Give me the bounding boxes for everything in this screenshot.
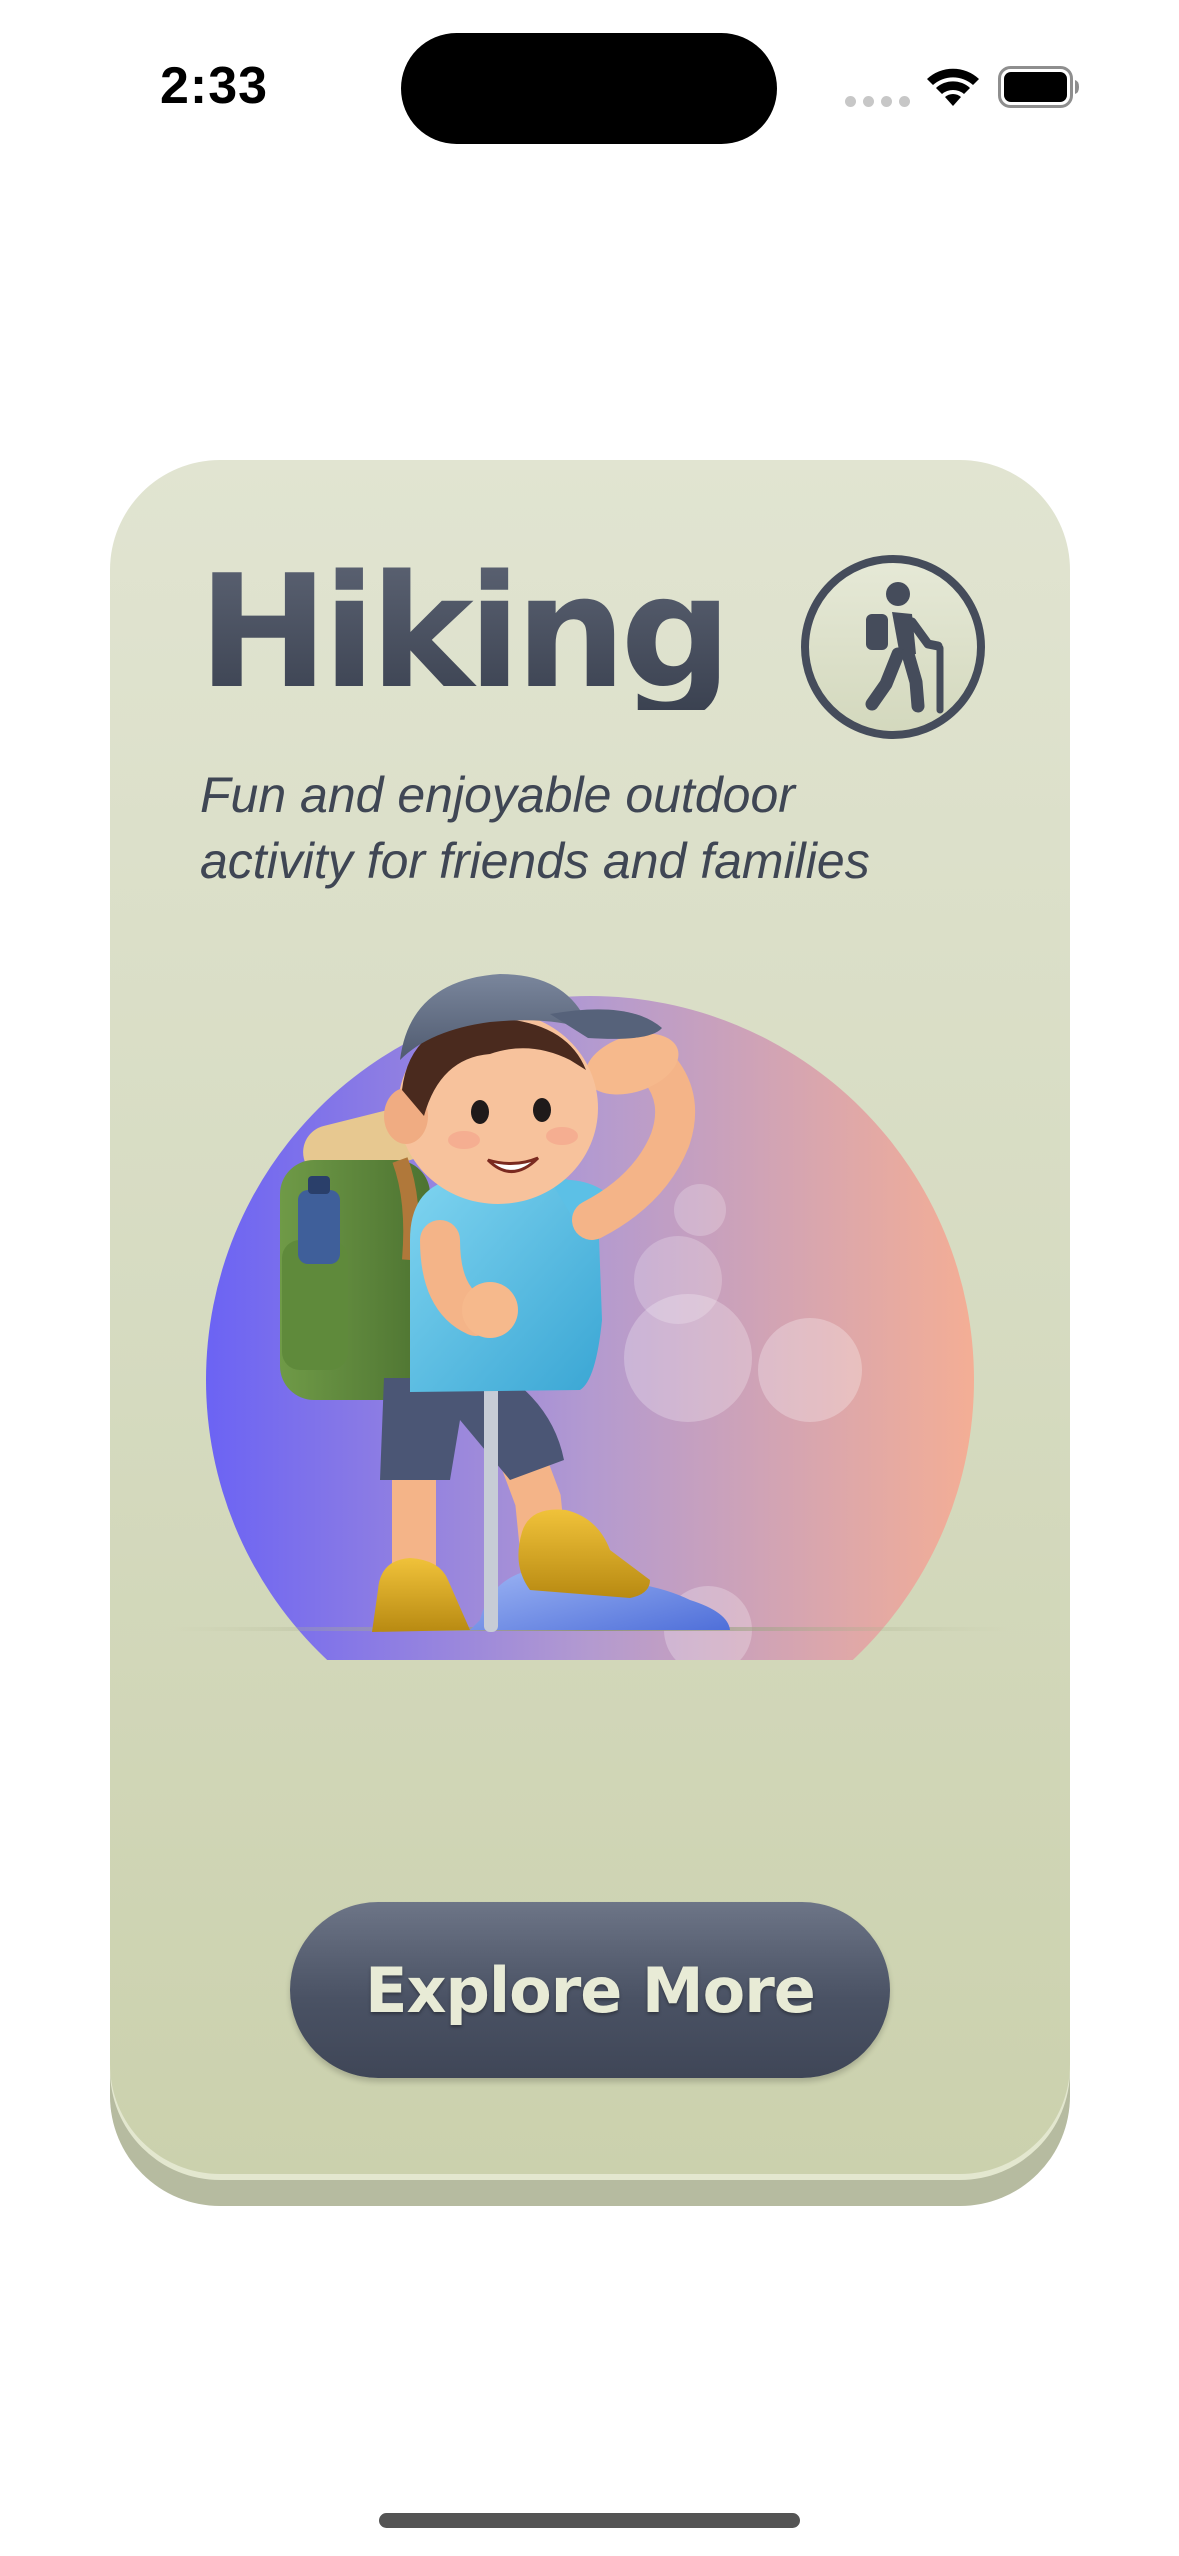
status-time: 2:33 bbox=[160, 57, 269, 115]
wifi-icon bbox=[927, 68, 979, 106]
hiker-boy-illustration bbox=[170, 974, 1010, 1660]
card-subtitle: Fun and enjoyable outdoor activity for f… bbox=[200, 767, 870, 889]
explore-more-button[interactable]: Explore More bbox=[290, 1902, 890, 2078]
hiker-icon[interactable] bbox=[800, 554, 986, 740]
hiking-card: Hiking Fun and enjoyable outdoor activit… bbox=[110, 460, 1070, 2174]
battery-icon bbox=[998, 66, 1079, 108]
card-title: Hiking bbox=[198, 541, 732, 723]
cellular-signal-icon bbox=[845, 96, 910, 107]
dynamic-island bbox=[401, 33, 777, 144]
app-screen: 2:33 Hiking Fun and enjoyable outdoor ac… bbox=[0, 0, 1179, 2556]
home-indicator[interactable] bbox=[379, 2513, 800, 2528]
